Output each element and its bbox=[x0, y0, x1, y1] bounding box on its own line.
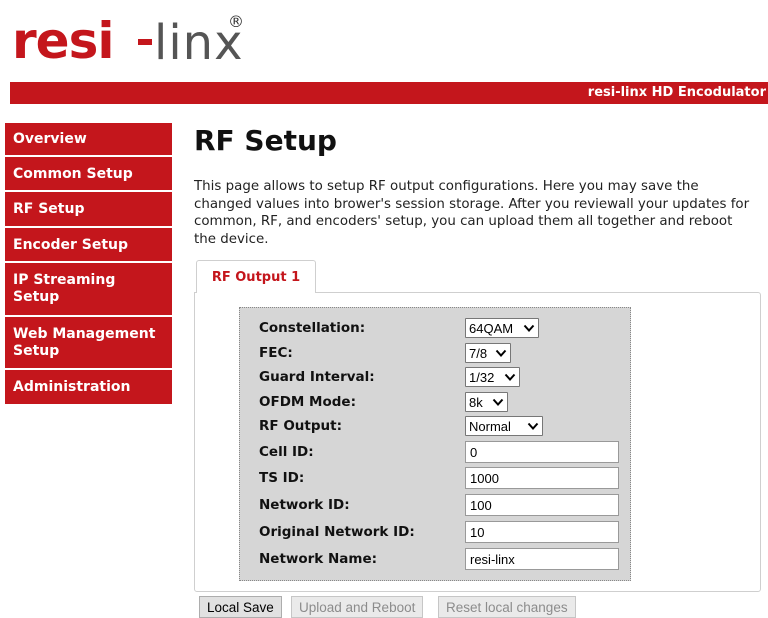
cell-id-label: Cell ID: bbox=[259, 444, 314, 460]
original-network-id-row: Original Network ID: bbox=[259, 520, 619, 544]
constellation-select[interactable]: 64QAM bbox=[465, 318, 539, 338]
chevron-down-icon bbox=[504, 373, 516, 381]
guard-interval-label: Guard Interval: bbox=[259, 369, 375, 385]
nav-item-label: Administration bbox=[13, 379, 131, 395]
guard-interval-select[interactable]: 1/32 bbox=[465, 367, 520, 387]
rf-output-label: RF Output: bbox=[259, 418, 342, 434]
nav-item-label: Web Management Setup bbox=[13, 325, 156, 359]
fec-row: FEC: 7/8 bbox=[259, 341, 511, 365]
ts-id-row: TS ID: bbox=[259, 466, 619, 490]
rf-output-value: Normal bbox=[469, 418, 511, 434]
cell-id-row: Cell ID: bbox=[259, 440, 619, 464]
network-id-label: Network ID: bbox=[259, 497, 350, 513]
constellation-label: Constellation: bbox=[259, 320, 366, 336]
constellation-value: 64QAM bbox=[469, 320, 514, 336]
tab-rf-output-1[interactable]: RF Output 1 bbox=[196, 260, 316, 293]
cell-id-input[interactable] bbox=[465, 441, 619, 463]
nav-item-label: RF Setup bbox=[13, 201, 85, 217]
nav-item-administration[interactable]: Administration bbox=[5, 370, 172, 406]
logo-dash bbox=[138, 39, 152, 45]
ts-id-input[interactable] bbox=[465, 467, 619, 489]
ofdm-mode-row: OFDM Mode: 8k bbox=[259, 390, 508, 414]
fec-value: 7/8 bbox=[469, 345, 488, 361]
network-name-label: Network Name: bbox=[259, 551, 378, 567]
nav-item-label: Overview bbox=[13, 131, 87, 147]
page-title: RF Setup bbox=[194, 124, 337, 157]
guard-interval-value: 1/32 bbox=[469, 369, 495, 385]
network-id-row: Network ID: bbox=[259, 493, 619, 517]
tab-label: RF Output 1 bbox=[211, 269, 301, 285]
nav-item-common-setup[interactable]: Common Setup bbox=[5, 157, 172, 192]
network-name-row: Network Name: bbox=[259, 547, 619, 571]
nav-item-label: Common Setup bbox=[13, 165, 133, 182]
guard-interval-row: Guard Interval: 1/32 bbox=[259, 365, 520, 389]
page-description: This page allows to setup RF output conf… bbox=[194, 179, 750, 247]
nav-item-label: Encoder Setup bbox=[13, 236, 129, 253]
header-bar: resi-linx HD Encodulator bbox=[10, 82, 768, 104]
ts-id-label: TS ID: bbox=[259, 470, 305, 486]
chevron-down-icon bbox=[523, 324, 535, 332]
nav-item-web-management-setup[interactable]: Web Management Setup bbox=[5, 317, 172, 370]
logo-text-resi: resi bbox=[12, 12, 114, 70]
ofdm-mode-label: OFDM Mode: bbox=[259, 394, 356, 410]
nav-item-encoder-setup[interactable]: Encoder Setup bbox=[5, 228, 172, 263]
ofdm-mode-value: 8k bbox=[469, 394, 483, 410]
product-name: resi-linx HD Encodulator bbox=[587, 85, 766, 100]
rf-output-row: RF Output: Normal bbox=[259, 414, 543, 438]
original-network-id-input[interactable] bbox=[465, 521, 619, 543]
network-name-input[interactable] bbox=[465, 548, 619, 570]
chevron-down-icon bbox=[495, 349, 507, 357]
nav-item-label: IP Streaming Setup bbox=[13, 272, 116, 305]
side-nav: Overview Common Setup RF Setup Encoder S… bbox=[5, 123, 172, 406]
nav-item-rf-setup[interactable]: RF Setup bbox=[5, 192, 172, 228]
original-network-id-label: Original Network ID: bbox=[259, 524, 415, 540]
nav-item-overview[interactable]: Overview bbox=[5, 123, 172, 157]
fec-select[interactable]: 7/8 bbox=[465, 343, 511, 363]
chevron-down-icon bbox=[492, 398, 504, 406]
constellation-row: Constellation: 64QAM bbox=[259, 316, 539, 340]
network-id-input[interactable] bbox=[465, 494, 619, 516]
nav-item-ip-streaming-setup[interactable]: IP Streaming Setup bbox=[5, 263, 172, 317]
ofdm-mode-select[interactable]: 8k bbox=[465, 392, 508, 412]
fec-label: FEC: bbox=[259, 345, 293, 361]
resi-linx-logo: resi linx ® bbox=[10, 10, 244, 72]
rf-output-select[interactable]: Normal bbox=[465, 416, 543, 436]
registered-mark: ® bbox=[228, 12, 244, 31]
chevron-down-icon bbox=[527, 422, 539, 430]
